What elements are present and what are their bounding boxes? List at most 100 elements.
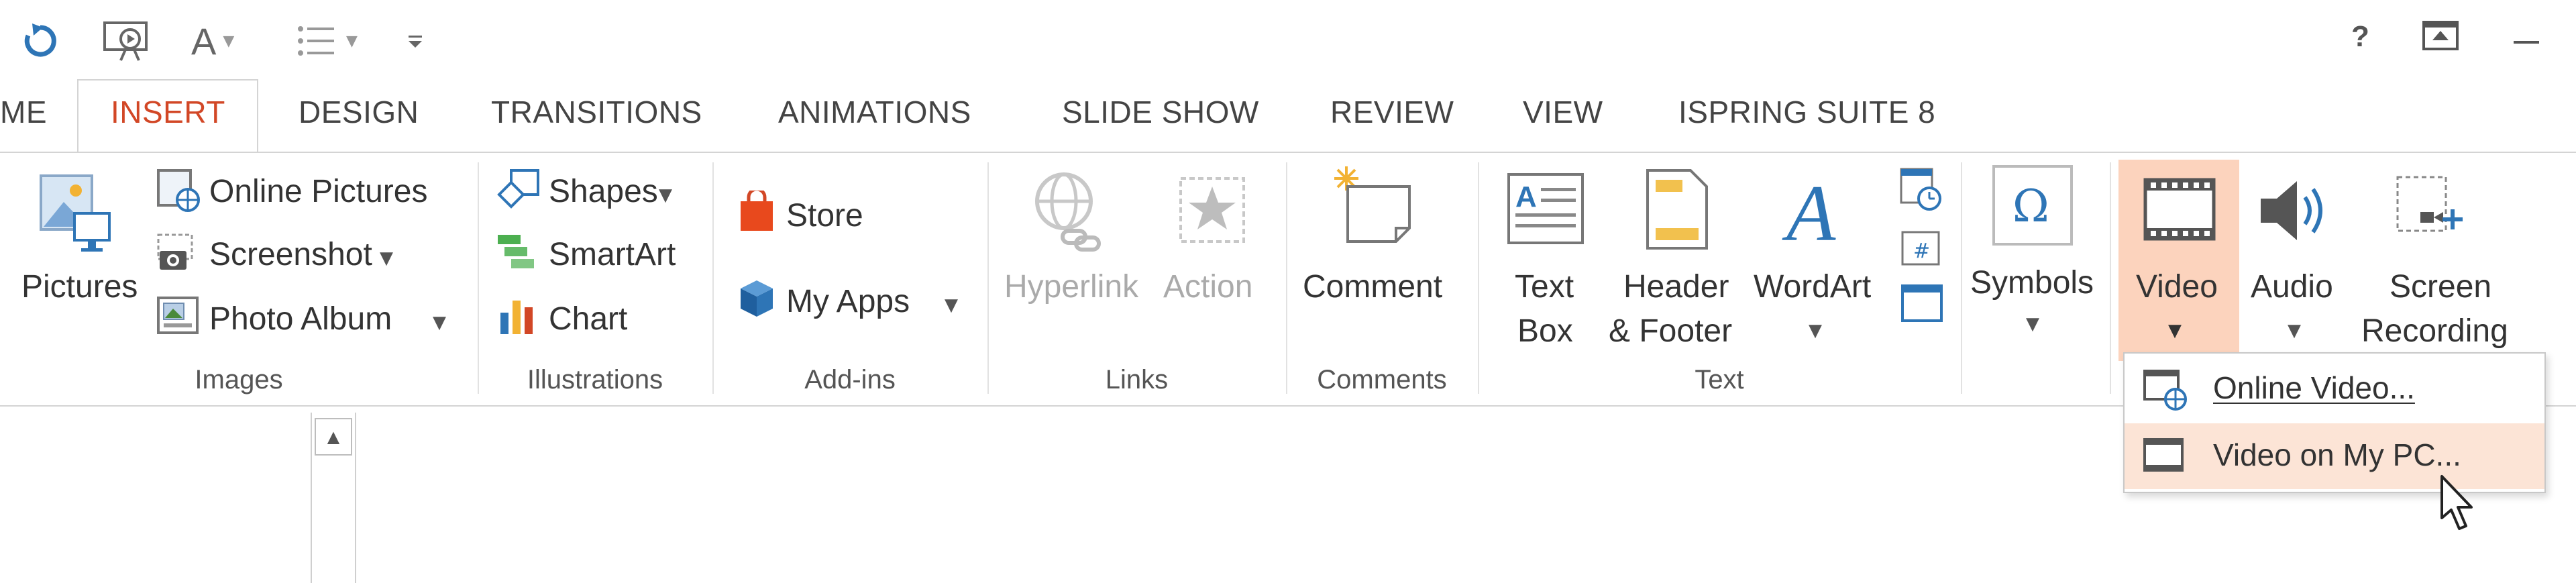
text-box-button-line2[interactable]: Box (1517, 313, 1573, 350)
video-film-icon (2143, 177, 2216, 245)
header-footer-icon (1645, 168, 1709, 254)
svg-text:A: A (1782, 170, 1836, 251)
quick-access-toolbar: A ▼ ▼ ? (0, 0, 2576, 81)
group-label-text: Text (1695, 365, 1744, 394)
help-button[interactable]: ? (2351, 20, 2369, 54)
wordart-button[interactable]: WordArt (1754, 268, 1871, 305)
svg-text:A: A (1515, 180, 1537, 213)
chart-button[interactable]: Chart (549, 301, 627, 337)
tab-ispring-suite[interactable]: ISPRING SUITE 8 (1678, 94, 1935, 130)
mouse-pointer-icon (2439, 474, 2479, 537)
action-icon (1175, 173, 1249, 250)
camera-icon (156, 232, 203, 276)
svg-text:Ω: Ω (2012, 180, 2049, 232)
scroll-up-icon[interactable]: ▲ (315, 418, 352, 456)
hyperlink-icon (1030, 168, 1104, 258)
my-apps-button[interactable]: My Apps (786, 283, 910, 320)
wordart-icon: A (1781, 168, 1848, 258)
smartart-icon (495, 232, 542, 276)
online-pictures-button[interactable]: Online Pictures (209, 173, 427, 210)
chevron-down-icon[interactable]: ▼ (659, 185, 672, 205)
thumbnail-pane-scrollbar[interactable]: ▲ (311, 413, 356, 583)
chevron-down-icon[interactable]: ▼ (2168, 321, 2182, 341)
screen-recording-icon (2394, 173, 2467, 250)
text-box-button-line1[interactable]: Text (1515, 268, 1574, 305)
tab-animations[interactable]: ANIMATIONS (778, 94, 971, 130)
chevron-down-icon[interactable]: ▼ (1809, 321, 1822, 341)
bullets-icon[interactable]: ▼ (295, 15, 358, 67)
header-footer-button-line2[interactable]: & Footer (1609, 313, 1732, 350)
chevron-down-icon[interactable]: ▼ (380, 248, 393, 268)
chevron-down-icon[interactable]: ▼ (2288, 321, 2301, 341)
tab-insert[interactable]: INSERT (111, 94, 225, 130)
object-icon[interactable] (1898, 282, 1944, 329)
group-separator (2110, 162, 2111, 394)
symbols-button[interactable]: Symbols (1970, 264, 2094, 301)
store-icon (737, 187, 777, 237)
tab-design[interactable]: DESIGN (299, 94, 419, 130)
smartart-button[interactable]: SmartArt (549, 236, 676, 273)
header-footer-button-line1[interactable]: Header (1623, 268, 1729, 305)
date-time-icon[interactable] (1898, 166, 1944, 215)
group-separator (478, 162, 479, 394)
group-separator (712, 162, 714, 394)
video-dropdown-menu: Online Video... Video on My PC... (2123, 352, 2546, 493)
audio-button[interactable]: Audio (2251, 268, 2333, 305)
start-from-beginning-icon[interactable] (101, 15, 154, 67)
tab-transitions[interactable]: TRANSITIONS (491, 94, 702, 130)
customize-qat-icon[interactable] (406, 15, 426, 67)
slide-number-icon[interactable]: # (1898, 228, 1944, 272)
minimize-icon[interactable] (2510, 25, 2544, 59)
comment-icon (1332, 164, 1419, 254)
screenshot-button[interactable]: Screenshot (209, 236, 372, 273)
pictures-icon (37, 172, 111, 262)
shapes-button[interactable]: Shapes (549, 173, 658, 210)
screen-recording-button-line2[interactable]: Recording (2361, 313, 2508, 350)
refresh-icon[interactable] (20, 15, 60, 67)
svg-text:#: # (1913, 240, 1930, 263)
menu-item-label: Online Video... (2213, 370, 2415, 405)
photo-album-icon (156, 295, 203, 340)
audio-speaker-icon (2257, 177, 2337, 248)
group-label-links: Links (1105, 365, 1169, 394)
comment-button[interactable]: Comment (1303, 268, 1442, 305)
group-label-comments: Comments (1317, 365, 1447, 394)
group-separator (1478, 162, 1479, 394)
group-label-images: Images (195, 365, 283, 394)
shapes-icon (495, 168, 542, 217)
action-button[interactable]: Action (1163, 268, 1252, 305)
menu-item-label: Video on My PC... (2213, 437, 2461, 472)
tab-home[interactable]: ME (0, 94, 47, 130)
store-button[interactable]: Store (786, 197, 863, 234)
tab-review[interactable]: REVIEW (1330, 94, 1454, 130)
screen-recording-button-line1[interactable]: Screen (2390, 268, 2491, 305)
menu-item-video-on-my-pc[interactable]: Video on My PC... (2125, 423, 2544, 489)
chevron-down-icon: ▼ (346, 32, 358, 50)
chevron-down-icon[interactable]: ▼ (2026, 314, 2039, 334)
group-label-illustrations: Illustrations (527, 365, 663, 394)
chevron-down-icon: ▼ (223, 32, 235, 50)
ribbon-tabs: ME INSERT DESIGN TRANSITIONS ANIMATIONS … (0, 79, 2576, 153)
symbol-omega-icon: Ω (1991, 164, 2074, 250)
chart-icon (495, 295, 542, 340)
font-color-icon[interactable]: A ▼ (191, 15, 234, 67)
my-apps-icon (737, 278, 777, 323)
online-pictures-icon (156, 168, 203, 217)
menu-item-online-video[interactable]: Online Video... (2125, 356, 2544, 422)
hyperlink-button[interactable]: Hyperlink (1004, 268, 1138, 305)
group-separator (1961, 162, 1962, 394)
photo-album-button[interactable]: Photo Album (209, 301, 392, 337)
tab-slide-show[interactable]: SLIDE SHOW (1062, 94, 1259, 130)
group-separator (987, 162, 989, 394)
group-separator (1286, 162, 1287, 394)
pictures-button[interactable]: Pictures (21, 268, 138, 305)
text-box-icon: A (1506, 172, 1585, 249)
tab-view[interactable]: VIEW (1523, 94, 1603, 130)
group-label-addins: Add-ins (804, 365, 896, 394)
video-file-icon (2142, 437, 2185, 478)
chevron-down-icon[interactable]: ▼ (433, 313, 446, 333)
chevron-down-icon[interactable]: ▼ (945, 295, 958, 315)
ribbon-display-options-icon[interactable] (2422, 20, 2459, 58)
online-video-icon (2142, 368, 2189, 415)
video-button[interactable]: Video (2136, 268, 2218, 305)
